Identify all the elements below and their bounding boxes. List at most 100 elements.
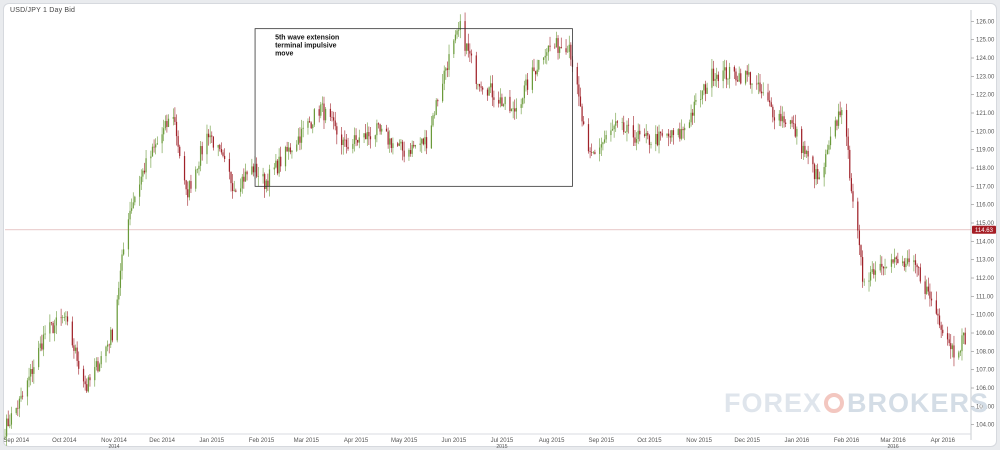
candle-body bbox=[55, 317, 57, 326]
candle-body bbox=[613, 125, 615, 130]
candle-body bbox=[121, 254, 123, 271]
candle-body bbox=[52, 323, 54, 334]
candle-body bbox=[63, 317, 65, 318]
candle-body bbox=[751, 83, 753, 85]
candle-body bbox=[353, 135, 356, 144]
candle-body bbox=[873, 269, 875, 275]
candle-body bbox=[366, 132, 368, 140]
candle-body bbox=[127, 219, 130, 250]
candle-body bbox=[323, 103, 325, 121]
candle-body bbox=[18, 398, 21, 409]
candle-body bbox=[738, 73, 740, 82]
candle-body bbox=[280, 156, 282, 167]
candle-body bbox=[695, 100, 697, 102]
candle-body bbox=[7, 418, 9, 427]
candle-body bbox=[321, 103, 324, 105]
candle-body bbox=[964, 332, 966, 345]
candle-body bbox=[600, 144, 602, 148]
candle-body bbox=[74, 347, 77, 351]
candle-body bbox=[166, 121, 168, 127]
candle-body bbox=[105, 346, 107, 357]
candle-body bbox=[950, 343, 952, 350]
candle-body bbox=[358, 137, 360, 143]
x-tick-label: Sep 2014 bbox=[3, 438, 29, 444]
candle-body bbox=[228, 158, 231, 172]
x-tick-label: Jun 2015 bbox=[441, 438, 466, 444]
candle-body bbox=[22, 395, 24, 397]
y-tick-label: 123.00 bbox=[976, 74, 995, 80]
candle-body bbox=[789, 120, 792, 124]
candle-body bbox=[769, 100, 771, 103]
candle-body bbox=[275, 160, 277, 168]
candle-body bbox=[498, 99, 500, 104]
candle-body bbox=[740, 73, 742, 84]
candle-body bbox=[886, 266, 888, 268]
candle-body bbox=[623, 122, 625, 133]
candle-body bbox=[443, 70, 445, 84]
candle-body bbox=[220, 149, 223, 153]
candle-body bbox=[100, 356, 102, 365]
candle-body bbox=[958, 352, 960, 358]
candle-body bbox=[230, 171, 232, 184]
candle-body bbox=[400, 141, 402, 144]
candle-body bbox=[110, 329, 112, 345]
candle-body bbox=[837, 111, 840, 126]
candle-body bbox=[615, 121, 617, 126]
candle-body bbox=[201, 146, 203, 155]
candle-body bbox=[890, 259, 893, 267]
x-tick-label: Feb 2015 bbox=[249, 438, 275, 444]
candle-body bbox=[850, 178, 852, 192]
candle-body bbox=[206, 133, 208, 155]
candle-body bbox=[951, 345, 953, 350]
candle-body bbox=[531, 67, 534, 90]
candle-body bbox=[828, 145, 830, 150]
candle-body bbox=[927, 286, 929, 292]
candle-body bbox=[938, 315, 941, 326]
candle-body bbox=[4, 436, 6, 438]
candle-body bbox=[44, 333, 46, 335]
candle-body bbox=[804, 145, 806, 154]
candle-body bbox=[310, 122, 312, 129]
candle-body bbox=[139, 184, 141, 197]
candle-body bbox=[655, 134, 657, 145]
candle-body bbox=[464, 21, 466, 51]
candle-body bbox=[637, 130, 639, 140]
candle-body bbox=[207, 133, 210, 138]
candle-body bbox=[627, 124, 630, 126]
candle-body bbox=[307, 121, 309, 128]
candle-body bbox=[785, 122, 787, 124]
x-tick-label: Apr 2015 bbox=[344, 438, 369, 444]
annotation-text: 5th wave extension bbox=[275, 35, 339, 42]
candle-body bbox=[868, 280, 870, 282]
y-tick-label: 117.00 bbox=[976, 184, 995, 190]
x-tick-label: Apr 2016 bbox=[931, 438, 956, 444]
candle-body bbox=[783, 116, 785, 123]
candle-body bbox=[526, 79, 529, 90]
candle-body bbox=[365, 133, 367, 140]
candlestick-chart[interactable]: 126.00 125.00 124.00 123.00 122.00 121.00 120.… bbox=[0, 0, 1000, 450]
candle-body bbox=[679, 129, 681, 139]
candle-body bbox=[767, 92, 769, 101]
candle-body bbox=[714, 78, 716, 81]
candle-body bbox=[430, 125, 433, 149]
candle-body bbox=[773, 117, 776, 121]
candle-body bbox=[692, 112, 694, 116]
candle-body bbox=[660, 131, 662, 134]
candle-body bbox=[672, 130, 675, 136]
x-tick-label: Jan 2015 bbox=[199, 438, 224, 444]
candle-body bbox=[185, 180, 187, 190]
y-tick-label: 119.00 bbox=[976, 148, 995, 154]
x-year-label: 2015 bbox=[496, 444, 507, 450]
candle-body bbox=[240, 188, 242, 192]
candle-body bbox=[466, 43, 468, 51]
candle-body bbox=[265, 180, 267, 189]
candle-body bbox=[252, 166, 255, 173]
candle-body bbox=[42, 334, 45, 350]
candle-body bbox=[634, 137, 636, 143]
candle-body bbox=[60, 317, 62, 319]
candle-body bbox=[131, 208, 133, 211]
candle-body bbox=[374, 135, 376, 140]
candle-body bbox=[669, 136, 671, 138]
candle-body bbox=[28, 376, 30, 381]
candle-body bbox=[547, 45, 550, 53]
